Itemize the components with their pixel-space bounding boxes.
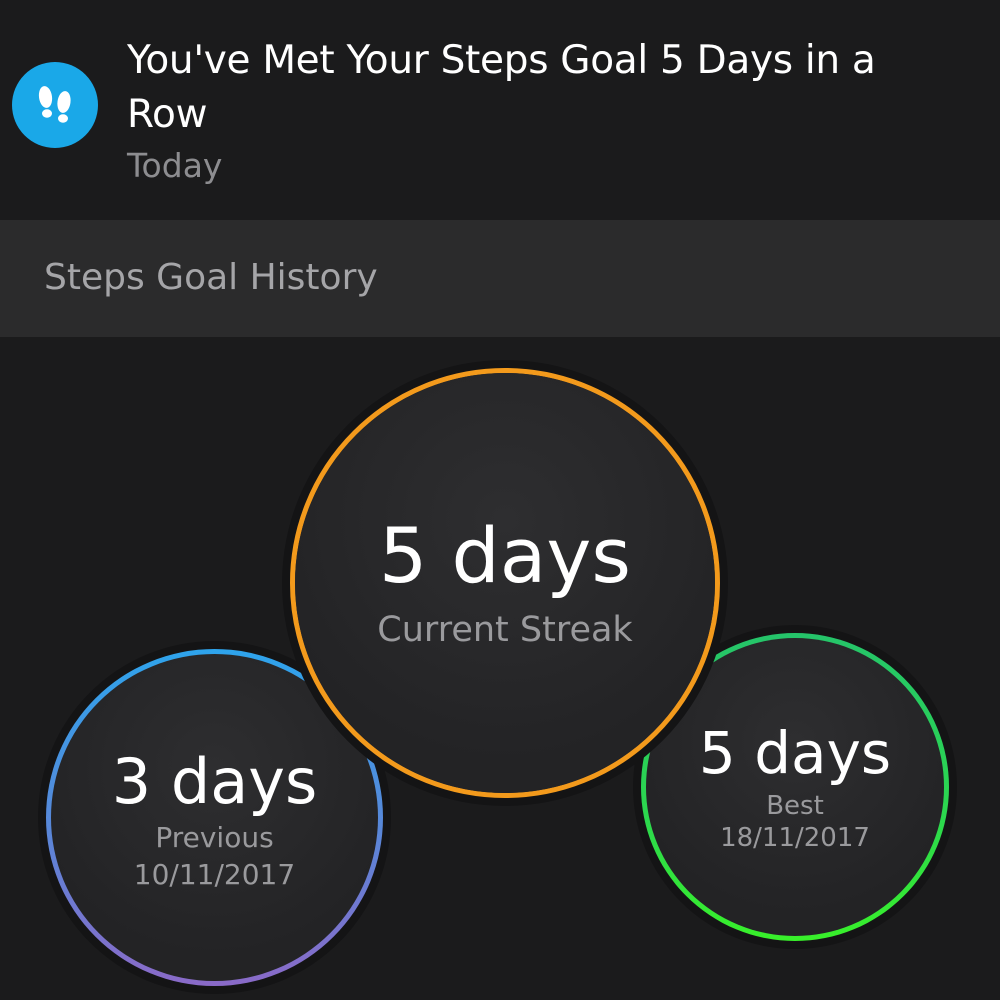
- best-streak-date: 18/11/2017: [720, 823, 870, 853]
- current-streak-circle[interactable]: 5 days Current Streak: [290, 368, 720, 798]
- notification-title: You've Met Your Steps Goal 5 Days in a R…: [127, 38, 876, 137]
- best-streak-label: Best: [766, 791, 824, 821]
- previous-streak-label: Previous: [155, 820, 274, 854]
- notification-card[interactable]: You've Met Your Steps Goal 5 Days in a R…: [0, 0, 1000, 220]
- section-title: Steps Goal History: [44, 257, 378, 298]
- current-streak-label: Current Streak: [377, 610, 633, 650]
- footprints-icon: [12, 62, 98, 148]
- steps-goal-screen: You've Met Your Steps Goal 5 Days in a R…: [0, 0, 1000, 1000]
- previous-streak-date: 10/11/2017: [133, 857, 296, 891]
- current-streak-value: 5 days: [379, 511, 631, 600]
- section-header: Steps Goal History: [0, 220, 1000, 337]
- previous-streak-value: 3 days: [111, 744, 318, 818]
- streak-circles: 3 days Previous 10/11/2017 5 days Best 1…: [0, 337, 1000, 1000]
- best-streak-value: 5 days: [698, 719, 892, 787]
- notification-time: Today: [127, 146, 223, 185]
